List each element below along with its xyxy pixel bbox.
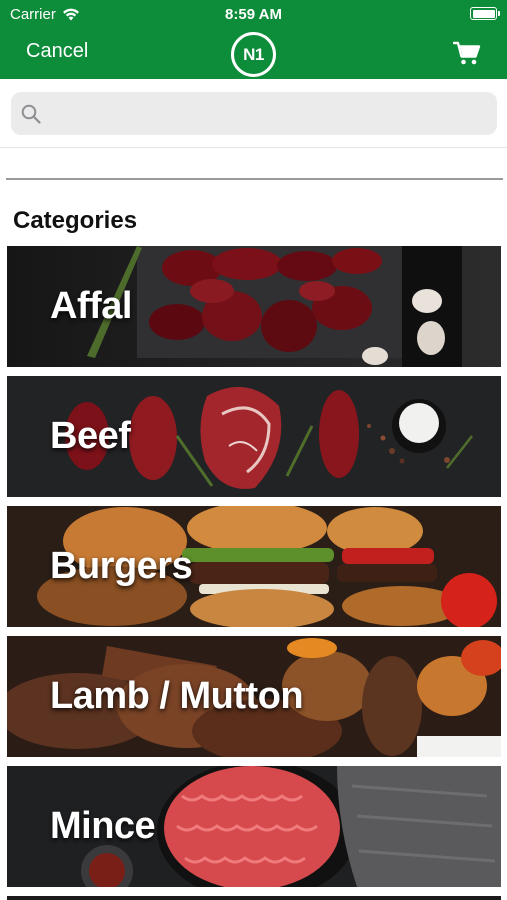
battery-icon bbox=[470, 7, 500, 20]
category-card-lamb-mutton[interactable]: Lamb / Mutton bbox=[7, 636, 501, 757]
category-label: Beef bbox=[50, 415, 131, 457]
category-list: Affal Beef Burgers Lamb / Mutton Mince bbox=[7, 246, 501, 900]
status-bar: Carrier 8:59 AM bbox=[0, 0, 507, 28]
category-label: Affal bbox=[50, 285, 132, 327]
category-card-burgers[interactable]: Burgers bbox=[7, 506, 501, 627]
header-separator bbox=[0, 147, 507, 148]
category-label: Mince bbox=[50, 805, 156, 847]
logo-text: N1 bbox=[243, 44, 264, 64]
clock: 8:59 AM bbox=[225, 6, 282, 23]
category-label: Lamb / Mutton bbox=[50, 675, 304, 717]
section-divider bbox=[6, 178, 503, 180]
cancel-button[interactable]: Cancel bbox=[26, 40, 88, 63]
search-bar[interactable] bbox=[11, 92, 497, 135]
section-title: Categories bbox=[13, 207, 138, 234]
category-label: Burgers bbox=[50, 545, 193, 587]
search-icon bbox=[21, 104, 41, 124]
category-card-mince[interactable]: Mince bbox=[7, 766, 501, 887]
category-card-affal[interactable]: Affal bbox=[7, 246, 501, 367]
navigation-bar: Cancel N1 bbox=[0, 28, 507, 79]
n1-logo: N1 bbox=[231, 32, 276, 77]
category-card-next-partial[interactable] bbox=[7, 896, 501, 900]
cart-icon[interactable] bbox=[453, 39, 481, 67]
category-card-beef[interactable]: Beef bbox=[7, 376, 501, 497]
search-input[interactable] bbox=[49, 98, 469, 129]
top-bar: Carrier 8:59 AM Cancel N1 bbox=[0, 0, 507, 79]
